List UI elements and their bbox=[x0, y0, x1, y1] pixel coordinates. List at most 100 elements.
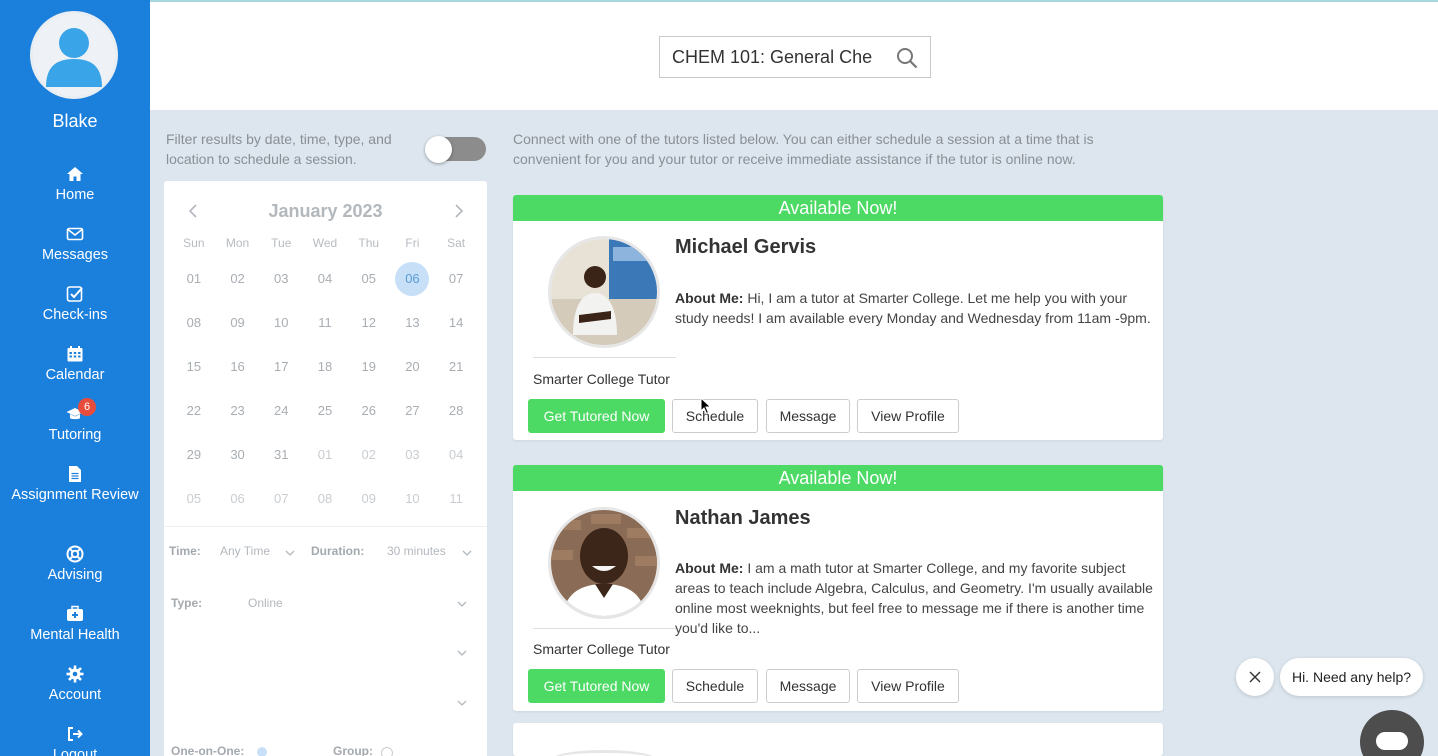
calendar-day[interactable]: 04 bbox=[434, 433, 478, 477]
calendar-day[interactable]: 11 bbox=[434, 477, 478, 521]
calendar-day[interactable]: 27 bbox=[391, 389, 435, 433]
sidebar-item-checkins[interactable]: Check-ins bbox=[0, 284, 150, 344]
calendar-day[interactable]: 01 bbox=[172, 257, 216, 301]
get-tutored-now-button[interactable]: Get Tutored Now bbox=[528, 399, 665, 433]
avatar[interactable] bbox=[30, 11, 118, 99]
calendar-day[interactable]: 18 bbox=[303, 345, 347, 389]
sidebar-item-mental-health[interactable]: Mental Health bbox=[0, 604, 150, 664]
sidebar-item-label: Mental Health bbox=[30, 627, 120, 643]
calendar-day[interactable]: 06 bbox=[216, 477, 260, 521]
calendar-day[interactable]: 03 bbox=[391, 433, 435, 477]
duration-filter-select[interactable]: 30 minutes bbox=[387, 544, 446, 558]
type-filter-label: Type: bbox=[171, 596, 203, 610]
chat-icon bbox=[1376, 732, 1408, 750]
search-icon[interactable] bbox=[896, 47, 918, 69]
tutor-role: Smarter College Tutor bbox=[533, 641, 670, 657]
chevron-down-icon[interactable] bbox=[457, 648, 467, 658]
weekday-label: Sun bbox=[183, 236, 205, 250]
calendar-day[interactable]: 30 bbox=[216, 433, 260, 477]
chevron-down-icon[interactable] bbox=[462, 548, 472, 558]
calendar-day[interactable]: 26 bbox=[347, 389, 391, 433]
calendar-day[interactable]: 10 bbox=[391, 477, 435, 521]
calendar-day[interactable]: 04 bbox=[303, 257, 347, 301]
calendar-day[interactable]: 09 bbox=[216, 301, 260, 345]
calendar-day[interactable]: 10 bbox=[259, 301, 303, 345]
calendar-day[interactable]: 13 bbox=[391, 301, 435, 345]
tutor-photo[interactable] bbox=[548, 507, 660, 619]
sidebar-item-logout[interactable]: Logout bbox=[0, 724, 150, 756]
sidebar-item-account[interactable]: Account bbox=[0, 664, 150, 724]
calendar-day[interactable]: 25 bbox=[303, 389, 347, 433]
chevron-right-icon[interactable] bbox=[448, 201, 468, 221]
course-search-value[interactable]: CHEM 101: General Che bbox=[660, 47, 890, 68]
calendar-day[interactable]: 05 bbox=[347, 257, 391, 301]
calendar-day[interactable]: 31 bbox=[259, 433, 303, 477]
filter-toggle[interactable] bbox=[425, 136, 486, 163]
envelope-icon bbox=[66, 227, 84, 241]
course-search-input[interactable]: CHEM 101: General Che bbox=[659, 36, 931, 78]
calendar-day[interactable]: 08 bbox=[172, 301, 216, 345]
tutor-name[interactable]: Nathan James bbox=[675, 507, 811, 530]
message-button[interactable]: Message bbox=[766, 669, 850, 703]
view-profile-button[interactable]: View Profile bbox=[857, 669, 959, 703]
one-on-one-radio[interactable] bbox=[257, 747, 267, 756]
chevron-down-icon[interactable] bbox=[457, 698, 467, 708]
calendar-day[interactable]: 02 bbox=[216, 257, 260, 301]
calendar-day[interactable]: 01 bbox=[303, 433, 347, 477]
schedule-button[interactable]: Schedule bbox=[672, 399, 758, 433]
help-prompt-bubble[interactable]: Hi. Need any help? bbox=[1280, 658, 1423, 696]
calendar-day-number: 27 bbox=[405, 403, 420, 418]
tutoring-count-badge: 6 bbox=[78, 398, 96, 416]
calendar-day[interactable]: 23 bbox=[216, 389, 260, 433]
calendar-day[interactable]: 22 bbox=[172, 389, 216, 433]
tutor-intro-text: Connect with one of the tutors listed be… bbox=[513, 131, 1094, 167]
calendar-day[interactable]: 08 bbox=[303, 477, 347, 521]
weekday-label: Tue bbox=[271, 236, 292, 250]
sidebar-item-advising[interactable]: Advising bbox=[0, 544, 150, 604]
close-help-button[interactable] bbox=[1236, 658, 1274, 696]
time-filter-select[interactable]: Any Time bbox=[220, 544, 270, 558]
tutor-name[interactable]: Michael Gervis bbox=[675, 236, 816, 259]
calendar-day[interactable]: 02 bbox=[347, 433, 391, 477]
weekday-label: Wed bbox=[312, 236, 338, 250]
sidebar-item-tutoring[interactable]: 6 Tutoring bbox=[0, 398, 150, 464]
calendar-day[interactable]: 09 bbox=[347, 477, 391, 521]
calendar-day[interactable]: 29 bbox=[172, 433, 216, 477]
chat-launcher-button[interactable] bbox=[1360, 710, 1424, 756]
sidebar-item-messages[interactable]: Messages bbox=[0, 224, 150, 284]
type-filter-select[interactable]: Online bbox=[248, 596, 283, 610]
sidebar-item-calendar[interactable]: Calendar bbox=[0, 344, 150, 404]
calendar-day[interactable]: 07 bbox=[259, 477, 303, 521]
view-profile-button[interactable]: View Profile bbox=[857, 399, 959, 433]
filter-toggle-knob[interactable] bbox=[425, 136, 452, 163]
calendar-day[interactable]: 07 bbox=[434, 257, 478, 301]
calendar-day[interactable]: 17 bbox=[259, 345, 303, 389]
calendar-day[interactable]: 06 bbox=[391, 257, 435, 301]
get-tutored-now-button[interactable]: Get Tutored Now bbox=[528, 669, 665, 703]
tutor-photo[interactable] bbox=[548, 236, 660, 348]
lifebuoy-icon bbox=[66, 545, 84, 563]
duration-filter-label: Duration: bbox=[311, 544, 365, 558]
message-button[interactable]: Message bbox=[766, 399, 850, 433]
sidebar-item-home[interactable]: Home bbox=[0, 164, 150, 224]
sidebar-item-assignment-review[interactable]: Assignment Review bbox=[0, 464, 150, 544]
chevron-down-icon[interactable] bbox=[457, 599, 467, 609]
calendar-day[interactable]: 05 bbox=[172, 477, 216, 521]
calendar-day[interactable]: 20 bbox=[391, 345, 435, 389]
group-radio[interactable] bbox=[381, 747, 393, 756]
tutor-photo[interactable] bbox=[551, 750, 657, 756]
chevron-down-icon[interactable] bbox=[285, 548, 295, 558]
calendar-day[interactable]: 24 bbox=[259, 389, 303, 433]
sidebar-item-label: Account bbox=[48, 687, 102, 703]
calendar-day-number: 26 bbox=[361, 403, 376, 418]
calendar-day[interactable]: 19 bbox=[347, 345, 391, 389]
calendar-day[interactable]: 03 bbox=[259, 257, 303, 301]
calendar-day[interactable]: 28 bbox=[434, 389, 478, 433]
calendar-day[interactable]: 14 bbox=[434, 301, 478, 345]
calendar-day[interactable]: 21 bbox=[434, 345, 478, 389]
calendar-day[interactable]: 16 bbox=[216, 345, 260, 389]
calendar-day[interactable]: 11 bbox=[303, 301, 347, 345]
calendar-day[interactable]: 12 bbox=[347, 301, 391, 345]
calendar-day[interactable]: 15 bbox=[172, 345, 216, 389]
schedule-button[interactable]: Schedule bbox=[672, 669, 758, 703]
